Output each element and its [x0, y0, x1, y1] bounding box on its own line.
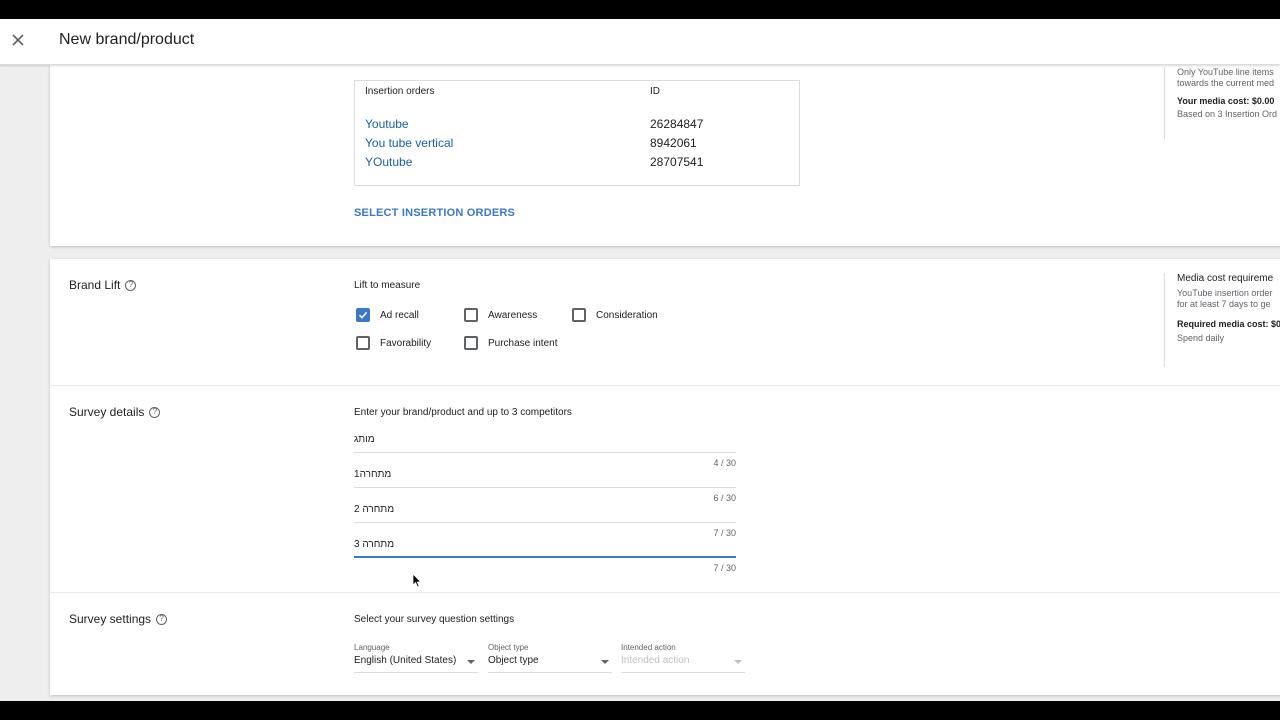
summary-line: Only YouTube line items	[1177, 67, 1274, 77]
insertion-order-id: 26284847	[650, 117, 704, 131]
help-circle-icon[interactable]: ?	[156, 613, 168, 625]
language-select[interactable]: English (United States)	[354, 655, 478, 673]
section-divider	[50, 385, 1280, 386]
insertion-order-id: 8942061	[650, 136, 697, 150]
survey-details-instruction: Enter your brand/product and up to 3 com…	[354, 407, 572, 418]
content-area[interactable]: Insertion orders ID Youtube 26284847 You…	[0, 65, 1280, 701]
summary-line: towards the current med	[1177, 78, 1275, 88]
select-insertion-orders-button[interactable]: SELECT INSERTION ORDERS	[354, 207, 515, 219]
competitor-1-input[interactable]: מתחרה1	[354, 466, 736, 488]
checkbox-label: Purchase intent	[488, 337, 558, 349]
media-cost-summary: Only YouTube line items towards the curr…	[1164, 67, 1280, 139]
bottom-letterbox	[0, 701, 1280, 720]
check-icon	[358, 311, 368, 319]
competitor-3-input[interactable]: מתחרה 3	[354, 536, 736, 558]
survey-settings-instruction: Select your survey question settings	[354, 614, 515, 625]
media-cost-row: Your media cost: $0.00	[1177, 96, 1280, 106]
media-cost-requirements: Media cost requireme YouTube insertion o…	[1164, 273, 1280, 367]
required-cost-value: $0	[1271, 319, 1280, 329]
required-cost-row: Required media cost: $0	[1177, 319, 1280, 329]
insertion-order-link[interactable]: You tube vertical	[365, 136, 453, 150]
checkbox-box	[464, 336, 478, 350]
requirements-heading: Media cost requireme	[1177, 273, 1274, 284]
spend-daily-text: Spend daily	[1177, 333, 1225, 343]
column-header-insertion-orders: Insertion orders	[365, 86, 435, 97]
based-on-text: Based on 3 Insertion Ord	[1177, 109, 1278, 119]
brand-lift-card: Brand Lift ? Lift to measure Ad recall A…	[50, 259, 1280, 695]
checkbox-box	[356, 336, 370, 350]
language-value: English (United States)	[354, 655, 457, 666]
insertion-orders-card: Insertion orders ID Youtube 26284847 You…	[50, 65, 1280, 246]
close-icon	[12, 34, 24, 46]
help-circle-icon[interactable]: ?	[125, 279, 137, 291]
dialog-header: New brand/product	[0, 19, 1280, 65]
checkbox-label: Ad recall	[380, 309, 419, 321]
caret-down-icon	[601, 660, 609, 664]
checkbox-consideration[interactable]: Consideration	[572, 308, 658, 322]
character-counter: 7 / 30	[713, 563, 736, 573]
top-letterbox	[0, 0, 1280, 19]
intended-action-label: Intended action	[621, 643, 676, 652]
media-cost-label: Your media cost:	[1177, 96, 1250, 106]
caret-down-icon	[734, 660, 742, 664]
checkbox-purchase-intent[interactable]: Purchase intent	[464, 336, 558, 350]
help-circle-icon[interactable]: ?	[149, 406, 161, 418]
requirements-line: YouTube insertion order	[1177, 288, 1273, 298]
section-divider	[50, 592, 1280, 593]
checkbox-label: Consideration	[596, 309, 658, 321]
required-cost-label: Required media cost:	[1177, 319, 1269, 329]
object-type-label: Object type	[488, 643, 529, 652]
section-title-text: Brand Lift	[69, 278, 121, 292]
checkbox-box	[356, 308, 370, 322]
language-label: Language	[354, 643, 390, 652]
requirements-line: for at least 7 days to ge	[1177, 299, 1271, 309]
close-button[interactable]	[8, 30, 28, 50]
intended-action-value: Intended action	[621, 655, 690, 666]
checkbox-box	[572, 308, 586, 322]
intended-action-select[interactable]: Intended action	[621, 655, 745, 673]
lift-to-measure-label: Lift to measure	[354, 280, 421, 291]
brand-lift-section-title: Brand Lift ?	[69, 278, 137, 292]
insertion-order-id: 28707541	[650, 155, 704, 169]
section-title-text: Survey settings	[69, 612, 152, 626]
object-type-value: Object type	[488, 655, 539, 666]
checkbox-label: Awareness	[488, 309, 538, 321]
insertion-order-link[interactable]: YOutube	[365, 155, 412, 169]
media-cost-value: $0.00	[1251, 96, 1275, 106]
object-type-select[interactable]: Object type	[488, 655, 612, 673]
checkbox-label: Favorability	[380, 337, 432, 349]
section-title-text: Survey details	[69, 405, 145, 419]
insertion-orders-table: Insertion orders ID Youtube 26284847 You…	[354, 80, 800, 186]
insertion-order-link[interactable]: Youtube	[365, 117, 409, 131]
mouse-cursor-icon	[412, 573, 422, 588]
checkbox-box	[464, 308, 478, 322]
survey-settings-section-title: Survey settings ?	[69, 612, 168, 626]
brand-product-input[interactable]: מותג	[354, 431, 736, 453]
survey-details-section-title: Survey details ?	[69, 405, 161, 419]
checkbox-awareness[interactable]: Awareness	[464, 308, 537, 322]
competitor-2-input[interactable]: מתחרה 2	[354, 501, 736, 523]
checkbox-favorability[interactable]: Favorability	[356, 336, 431, 350]
dialog-title: New brand/product	[59, 31, 195, 48]
column-header-id: ID	[650, 86, 660, 97]
checkbox-ad-recall[interactable]: Ad recall	[356, 308, 419, 322]
caret-down-icon	[467, 660, 475, 664]
